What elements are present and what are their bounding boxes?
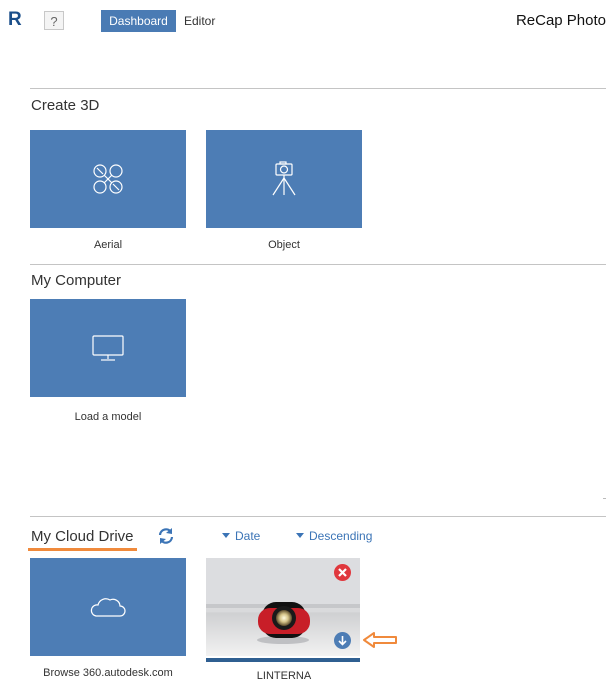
aerial-label: Aerial <box>93 239 123 251</box>
chevron-down-icon <box>222 533 230 538</box>
thumbnail-progress-bar <box>206 658 360 662</box>
refresh-icon[interactable] <box>156 526 176 546</box>
section-divider <box>30 88 606 89</box>
object-tile[interactable] <box>206 130 362 228</box>
section-title-create-3d: Create 3D <box>31 97 100 114</box>
aerial-tile[interactable] <box>30 130 186 228</box>
tab-editor[interactable]: Editor <box>184 10 215 32</box>
browse-360-tile[interactable] <box>30 558 186 656</box>
section-title-my-computer: My Computer <box>31 272 122 289</box>
load-model-label: Load a model <box>74 411 142 423</box>
cloud-drive-highlight <box>28 548 137 551</box>
sort-order-label: Descending <box>309 529 373 543</box>
sort-field-dropdown[interactable]: Date <box>222 529 260 543</box>
camera-tripod-icon <box>272 161 296 196</box>
help-button[interactable]: ? <box>44 11 64 30</box>
sort-order-dropdown[interactable]: Descending <box>296 529 372 543</box>
drone-icon <box>93 164 123 194</box>
annotation-arrow-icon <box>363 632 397 648</box>
browse-360-label: Browse 360.autodesk.com <box>43 667 173 679</box>
cloud-icon <box>90 598 126 617</box>
app-title: ReCap Photo <box>515 12 606 29</box>
linterna-label: LINTERNA <box>256 670 312 682</box>
section-divider <box>30 264 606 265</box>
tab-dashboard[interactable]: Dashboard <box>101 10 176 32</box>
linterna-thumbnail[interactable] <box>206 558 360 656</box>
download-icon[interactable] <box>334 632 351 649</box>
app-logo: R <box>8 9 22 30</box>
chevron-down-icon <box>296 533 304 538</box>
monitor-icon <box>92 335 124 361</box>
object-label: Object <box>268 239 300 251</box>
section-divider <box>30 516 606 517</box>
sort-field-label: Date <box>235 529 261 543</box>
load-model-tile[interactable] <box>30 299 186 397</box>
section-title-my-cloud-drive: My Cloud Drive <box>31 528 134 545</box>
delete-icon[interactable] <box>334 564 351 581</box>
